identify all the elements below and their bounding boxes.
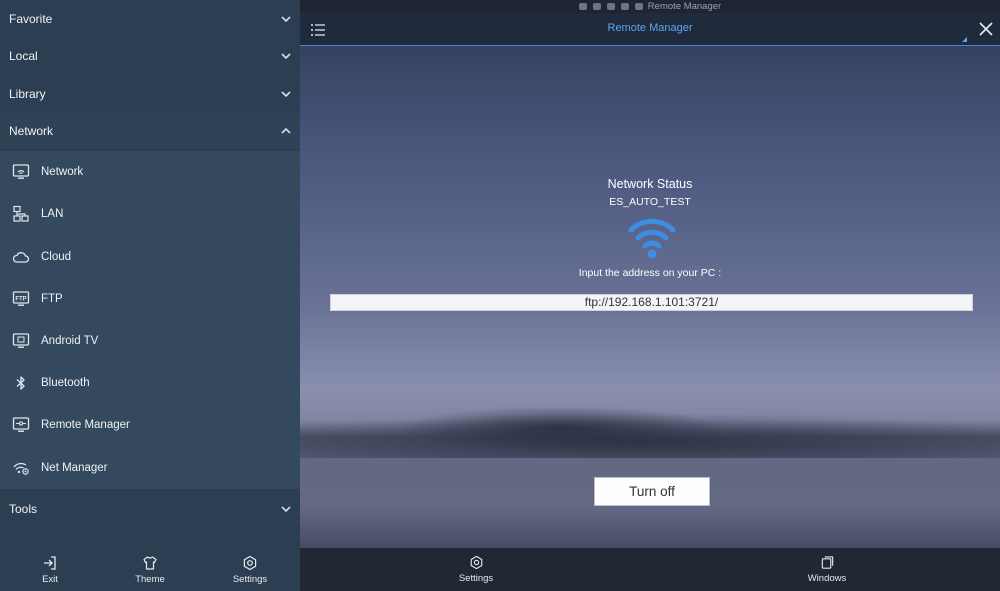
theme-button[interactable]: Theme [100, 547, 200, 591]
wifi-icon [628, 218, 676, 259]
background-mountains [300, 388, 1000, 458]
sidebar-footer: Exit Theme Settings [0, 547, 300, 591]
theme-icon [143, 556, 157, 570]
svg-text:FTP: FTP [15, 297, 26, 303]
section-label: Local [9, 48, 38, 63]
android-tv-icon [11, 331, 31, 351]
bluetooth-icon [11, 373, 31, 393]
top-bar: Remote Manager [300, 13, 1000, 46]
remote-manager-icon [11, 415, 31, 435]
settings-icon [243, 555, 257, 571]
exit-button[interactable]: Exit [0, 547, 100, 591]
windows-button[interactable]: Windows [767, 548, 887, 591]
sidebar-item-label: LAN [41, 208, 64, 220]
chevron-down-icon [281, 15, 291, 22]
section-label: Tools [9, 501, 38, 516]
sidebar-item-label: Android TV [41, 335, 99, 347]
chevron-down-icon [281, 52, 291, 59]
sidebar-item-lan[interactable]: LAN [0, 193, 300, 235]
sidebar-section-library[interactable]: Library [0, 75, 300, 112]
section-label: Library [9, 86, 46, 101]
sidebar: Favorite Local Library Network Network L… [0, 0, 300, 591]
close-icon[interactable] [977, 20, 995, 38]
exit-label: Exit [42, 574, 58, 585]
network-status-title: Network Status [607, 177, 693, 191]
net-manager-icon [11, 458, 31, 478]
windows-label: Windows [807, 573, 847, 584]
settings-button[interactable]: Settings [200, 547, 300, 591]
sidebar-item-label: Net Manager [41, 462, 108, 474]
theme-label: Theme [135, 574, 165, 585]
chevron-up-icon [281, 127, 291, 134]
ftp-icon: FTP [11, 289, 31, 309]
cloud-icon [11, 247, 31, 267]
system-status-bar: Remote Manager [300, 0, 1000, 13]
sidebar-item-bluetooth[interactable]: Bluetooth [0, 362, 300, 404]
sidebar-item-remote-manager[interactable]: Remote Manager [0, 404, 300, 446]
bottom-bar: Settings Windows [300, 548, 1000, 591]
main-panel: Remote Manager Remote Manager Network St… [300, 0, 1000, 591]
sidebar-section-favorite[interactable]: Favorite [0, 0, 300, 37]
bottom-settings-button[interactable]: Settings [416, 548, 536, 591]
exit-icon [44, 556, 56, 570]
section-label: Favorite [9, 11, 53, 26]
ssid-label: ES_AUTO_TEST [609, 196, 691, 208]
corner-indicator [962, 37, 967, 42]
sidebar-item-label: Cloud [41, 251, 72, 263]
status-bar-title: Remote Manager [647, 1, 722, 12]
sidebar-item-label: Bluetooth [41, 377, 90, 389]
sidebar-item-label: Network [41, 166, 84, 178]
sidebar-item-cloud[interactable]: Cloud [0, 236, 300, 278]
status-icons [578, 3, 643, 10]
chevron-down-icon [281, 90, 291, 97]
turn-off-button[interactable]: Turn off [594, 477, 710, 506]
sidebar-item-android-tv[interactable]: Android TV [0, 320, 300, 362]
ftp-address-field[interactable]: ftp://192.168.1.101:3721/ [330, 294, 973, 311]
chevron-down-icon [281, 505, 291, 512]
bottom-settings-label: Settings [458, 573, 494, 584]
sidebar-section-local[interactable]: Local [0, 37, 300, 74]
lan-icon [11, 204, 31, 224]
address-hint: Input the address on your PC : [578, 267, 722, 279]
sidebar-item-label: FTP [41, 293, 63, 305]
network-icon [11, 162, 31, 182]
settings-label: Settings [232, 574, 268, 585]
sidebar-item-ftp[interactable]: FTP FTP [0, 278, 300, 320]
page-title: Remote Manager [607, 22, 693, 34]
settings-icon [470, 555, 482, 570]
sidebar-item-label: Remote Manager [41, 419, 130, 431]
sidebar-section-tools[interactable]: Tools [0, 490, 300, 527]
section-label: Network [9, 123, 54, 138]
sidebar-item-net-manager[interactable]: Net Manager [0, 447, 300, 489]
sidebar-section-network[interactable]: Network [0, 112, 300, 149]
sidebar-item-network[interactable]: Network [0, 151, 300, 193]
windows-icon [821, 556, 833, 569]
network-submenu: Network LAN Cloud FTP FTP Android TV Blu… [0, 151, 300, 489]
